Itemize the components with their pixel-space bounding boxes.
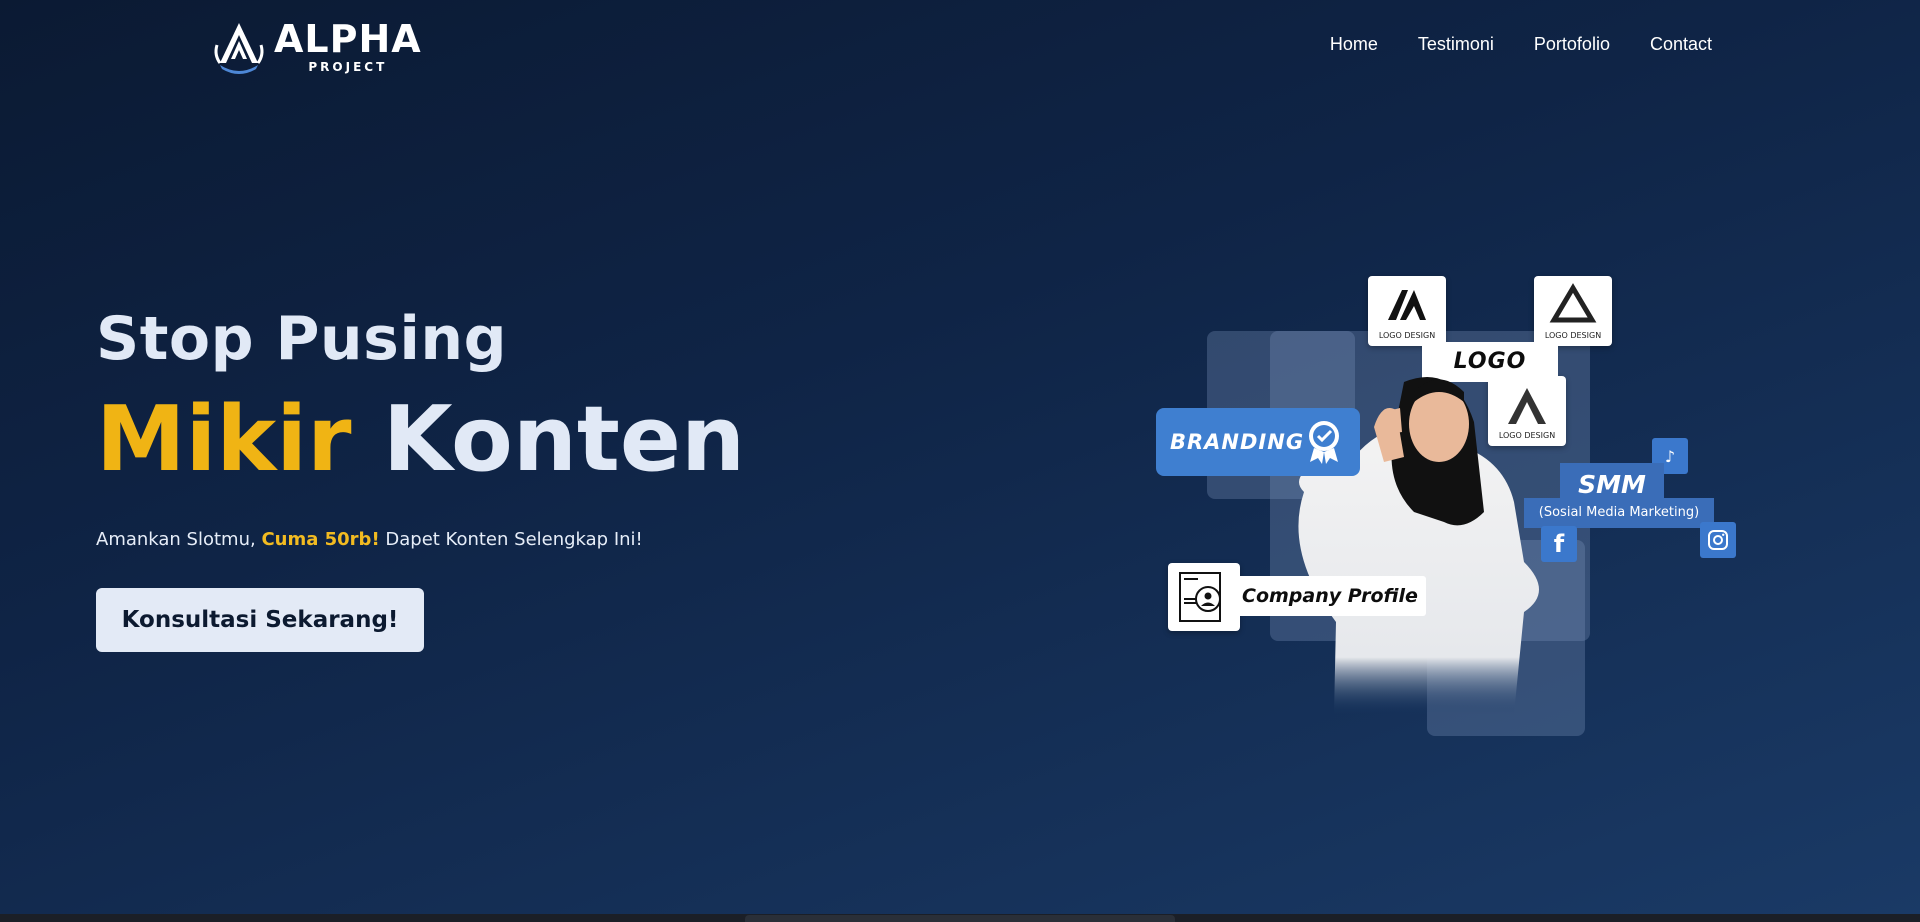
company-profile-tag: Company Profile (1236, 576, 1426, 616)
alpha-logo-icon (214, 23, 264, 74)
smm-subtitle: (Sosial Media Marketing) (1524, 498, 1714, 528)
consult-now-button[interactable]: Konsultasi Sekarang! (96, 588, 424, 652)
badge-check-icon (1309, 421, 1339, 464)
hero-title-line1: Stop Pusing (96, 304, 508, 374)
brand-wordmark: ALPHA PROJECT (274, 20, 422, 74)
brand-tagline: PROJECT (308, 60, 388, 74)
logo-card-caption: LOGO DESIGN (1544, 331, 1602, 340)
hero-subtitle-suffix: Dapet Konten Selengkap Ini! (379, 529, 643, 550)
branding-tag-label: BRANDING (1170, 430, 1305, 454)
hero-title-rest: Konten (382, 387, 746, 492)
instagram-icon (1700, 522, 1736, 558)
hero-subtitle: Amankan Slotmu, Cuma 50rb! Dapet Konten … (96, 529, 643, 550)
hero-subtitle-prefix: Amankan Slotmu, (96, 529, 262, 550)
instagram-glyph (1708, 530, 1728, 550)
hero-price: Cuma 50rb! (261, 529, 380, 550)
document-profile-icon (1179, 572, 1221, 622)
brand-name: ALPHA (274, 17, 422, 61)
bottom-taskbar (0, 914, 1920, 922)
brand-logo[interactable]: ALPHA PROJECT (212, 18, 422, 76)
hero-title-highlight: Mikir (96, 387, 352, 492)
taskbar-notch (745, 915, 1175, 922)
nav-contact[interactable]: Contact (1650, 34, 1712, 55)
main-nav: Home Testimoni Portofolio Contact (1330, 34, 1712, 55)
nav-portofolio[interactable]: Portofolio (1534, 34, 1610, 55)
hero-title-line2: Mikir Konten (96, 390, 745, 490)
nav-testimoni[interactable]: Testimoni (1418, 34, 1494, 55)
logo-design-card: LOGO DESIGN (1368, 276, 1446, 346)
company-profile-card (1168, 563, 1240, 631)
logo-design-card: LOGO DESIGN (1534, 276, 1612, 346)
nav-home[interactable]: Home (1330, 34, 1378, 55)
facebook-icon: f (1541, 526, 1577, 562)
logo-card-caption: LOGO DESIGN (1378, 331, 1436, 340)
